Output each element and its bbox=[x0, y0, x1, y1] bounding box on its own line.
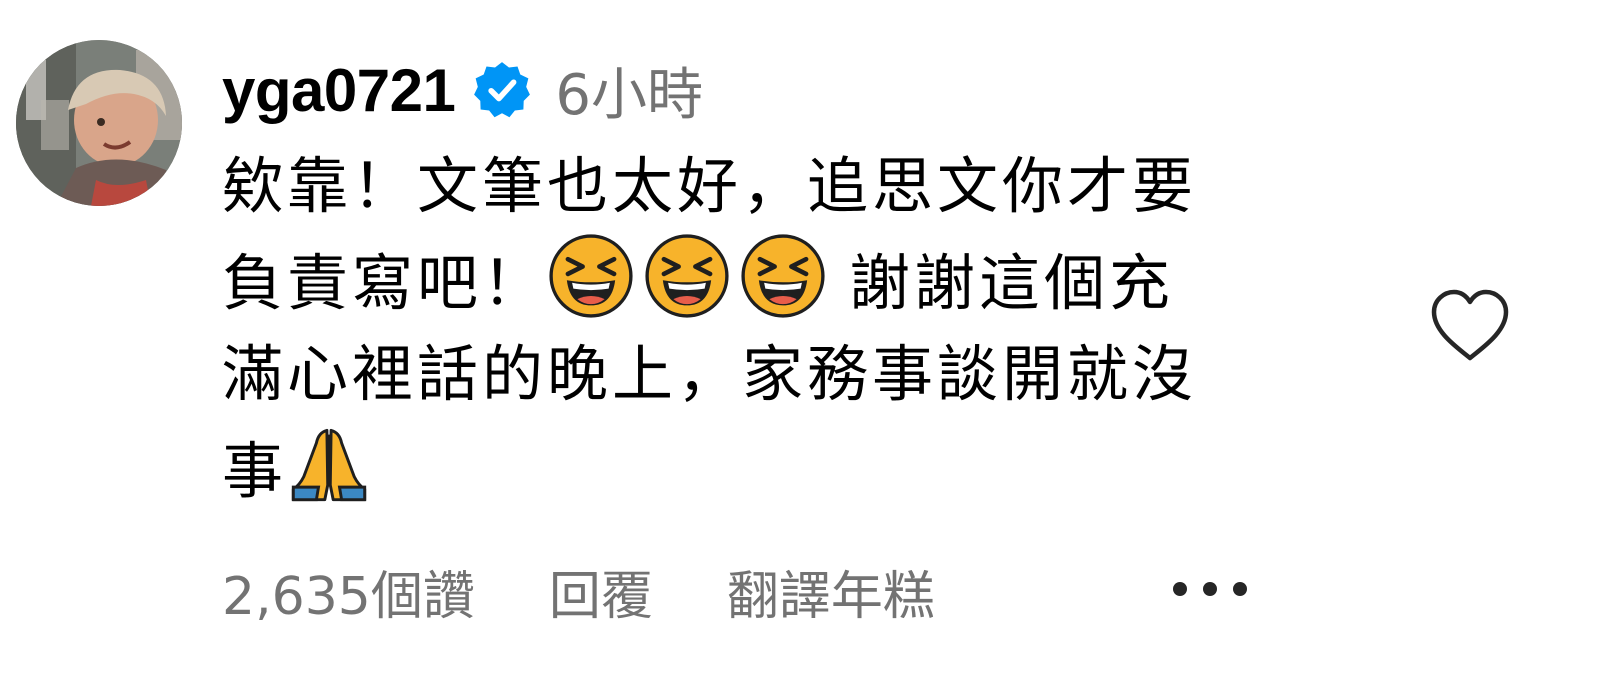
avatar-image bbox=[16, 40, 182, 206]
comment-line-4: 事 bbox=[222, 422, 1392, 516]
comment-timestamp[interactable]: 6小時 bbox=[555, 50, 703, 131]
comment-line-2: 負責寫吧！ 謝謝這個充 bbox=[222, 234, 1392, 328]
verified-badge-icon bbox=[471, 59, 533, 121]
comment-line-2-text: 負責寫吧！ bbox=[222, 248, 548, 319]
translate-button[interactable]: 翻譯年糕 bbox=[727, 554, 935, 629]
comment-line-2-tail: 謝謝這個充 bbox=[849, 248, 1175, 319]
like-heart-icon[interactable] bbox=[1428, 288, 1512, 364]
reply-button[interactable]: 回覆 bbox=[549, 554, 653, 629]
comment-line-4-text: 事 bbox=[222, 436, 288, 507]
comment-actions: 2,635個讚 回覆 翻譯年糕 bbox=[222, 555, 935, 627]
grinning-squinting-face-icon bbox=[741, 234, 825, 318]
comment: yga0721 6小時 欸靠！文筆也太好，追思文你才要 負責寫吧！ 謝謝這個充 滿… bbox=[0, 0, 1600, 697]
username-link[interactable]: yga0721 bbox=[222, 56, 456, 125]
comment-header: yga0721 6小時 bbox=[222, 48, 703, 132]
grinning-squinting-face-icon bbox=[549, 234, 633, 318]
more-options-icon[interactable] bbox=[1168, 572, 1252, 606]
grinning-squinting-face-icon bbox=[645, 234, 729, 318]
comment-line-1: 欸靠！文筆也太好，追思文你才要 bbox=[222, 151, 1198, 222]
folded-hands-icon bbox=[287, 422, 371, 506]
likes-count-button[interactable]: 2,635個讚 bbox=[222, 554, 475, 629]
avatar[interactable] bbox=[16, 40, 182, 206]
comment-line-3: 滿心裡話的晚上，家務事談開就沒 bbox=[222, 339, 1198, 410]
comment-text: 欸靠！文筆也太好，追思文你才要 負責寫吧！ 謝謝這個充 滿心裡話的晚上，家務事談開… bbox=[222, 140, 1392, 516]
